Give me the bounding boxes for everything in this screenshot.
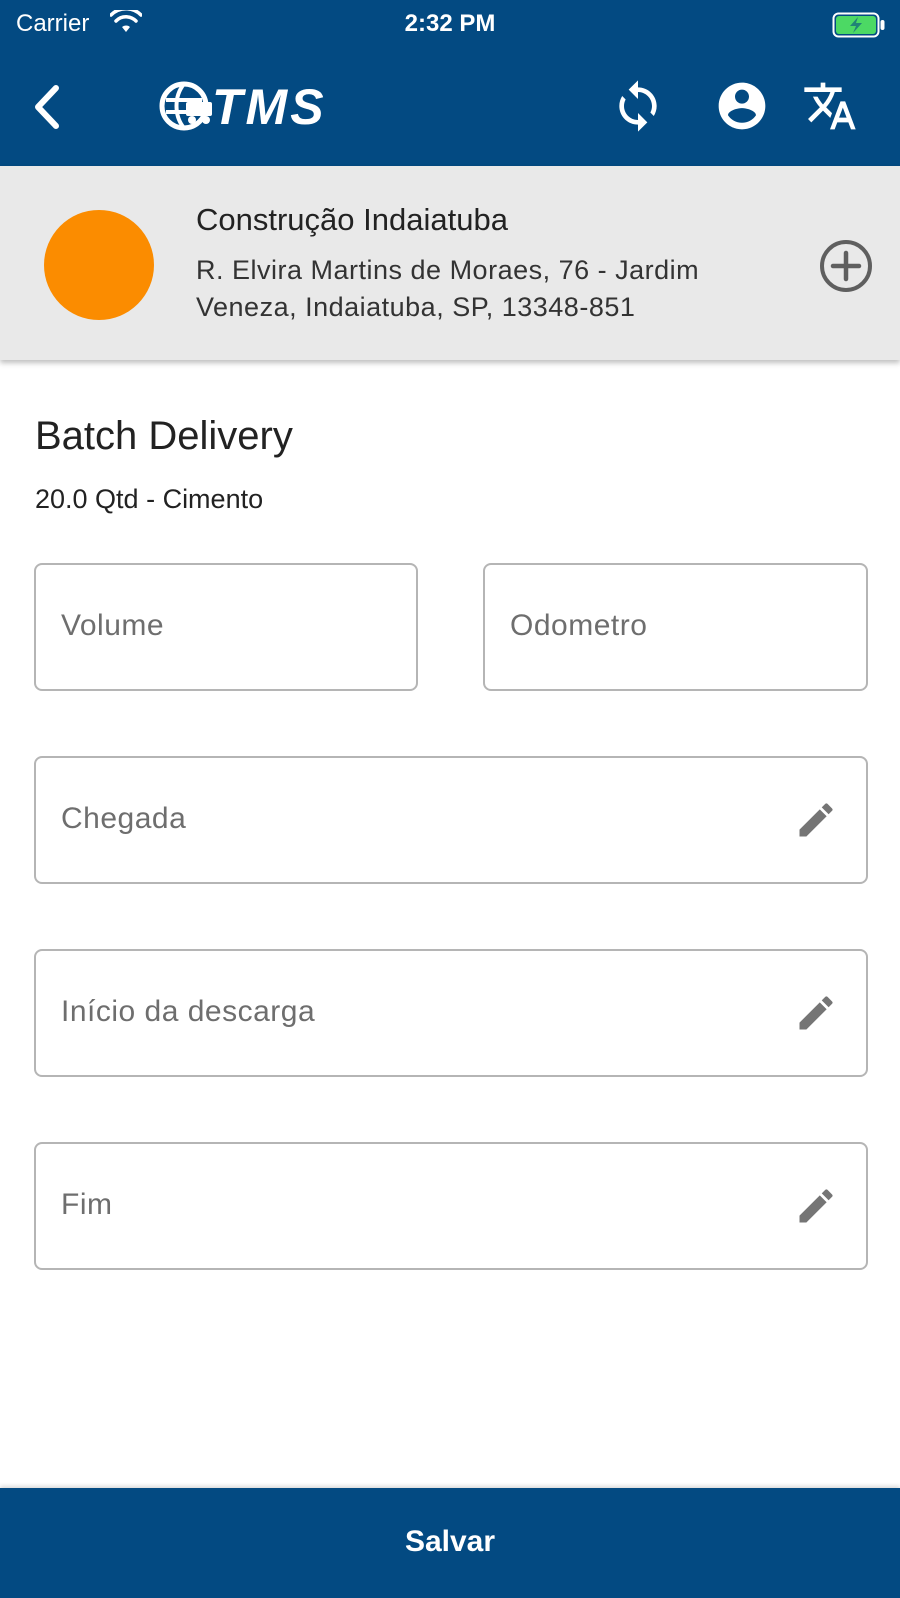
client-avatar xyxy=(44,210,154,320)
chegada-field[interactable]: Chegada xyxy=(34,756,868,884)
app-bar: TMS xyxy=(0,48,900,166)
sync-icon xyxy=(619,80,657,132)
volume-label: Volume xyxy=(61,609,165,642)
client-card: Construção Indaiatuba R. Elvira Martins … xyxy=(0,166,900,360)
account-button[interactable] xyxy=(714,78,770,134)
status-bar: Carrier 2:32 PM xyxy=(0,0,900,48)
odometro-label: Odometro xyxy=(510,609,648,642)
save-label: Salvar xyxy=(404,1525,496,1558)
delivery-subtitle: 20.0 Qtd - Cimento xyxy=(35,484,264,514)
globe-truck-logo-icon xyxy=(159,81,212,131)
volume-field[interactable]: Volume xyxy=(34,563,418,691)
client-name: Construção Indaiatuba xyxy=(196,202,508,237)
translate-icon xyxy=(804,82,856,130)
clock-time: 2:32 PM xyxy=(404,10,496,37)
pencil-icon[interactable] xyxy=(794,798,838,842)
inicio-descarga-field[interactable]: Início da descarga xyxy=(34,949,868,1077)
add-button[interactable] xyxy=(818,238,874,294)
add-circle-icon xyxy=(820,240,872,292)
translate-button[interactable] xyxy=(802,78,858,134)
chegada-label: Chegada xyxy=(61,802,187,835)
battery-icon xyxy=(832,12,886,43)
fim-label: Fim xyxy=(61,1188,113,1221)
odometro-field[interactable]: Odometro xyxy=(483,563,868,691)
save-button[interactable]: Salvar xyxy=(0,1488,900,1598)
fim-field[interactable]: Fim xyxy=(34,1142,868,1270)
page-title: Batch Delivery xyxy=(35,414,293,458)
back-button[interactable] xyxy=(26,80,74,134)
inicio-descarga-label: Início da descarga xyxy=(61,995,316,1028)
pencil-icon[interactable] xyxy=(794,991,838,1035)
pencil-icon[interactable] xyxy=(794,1184,838,1228)
client-address: R. Elvira Martins de Moraes, 76 - Jardim… xyxy=(196,255,700,322)
sync-button[interactable] xyxy=(610,78,666,134)
back-arrow-icon xyxy=(35,85,59,129)
account-circle-icon xyxy=(718,82,766,130)
logo-text: TMS xyxy=(212,79,327,135)
